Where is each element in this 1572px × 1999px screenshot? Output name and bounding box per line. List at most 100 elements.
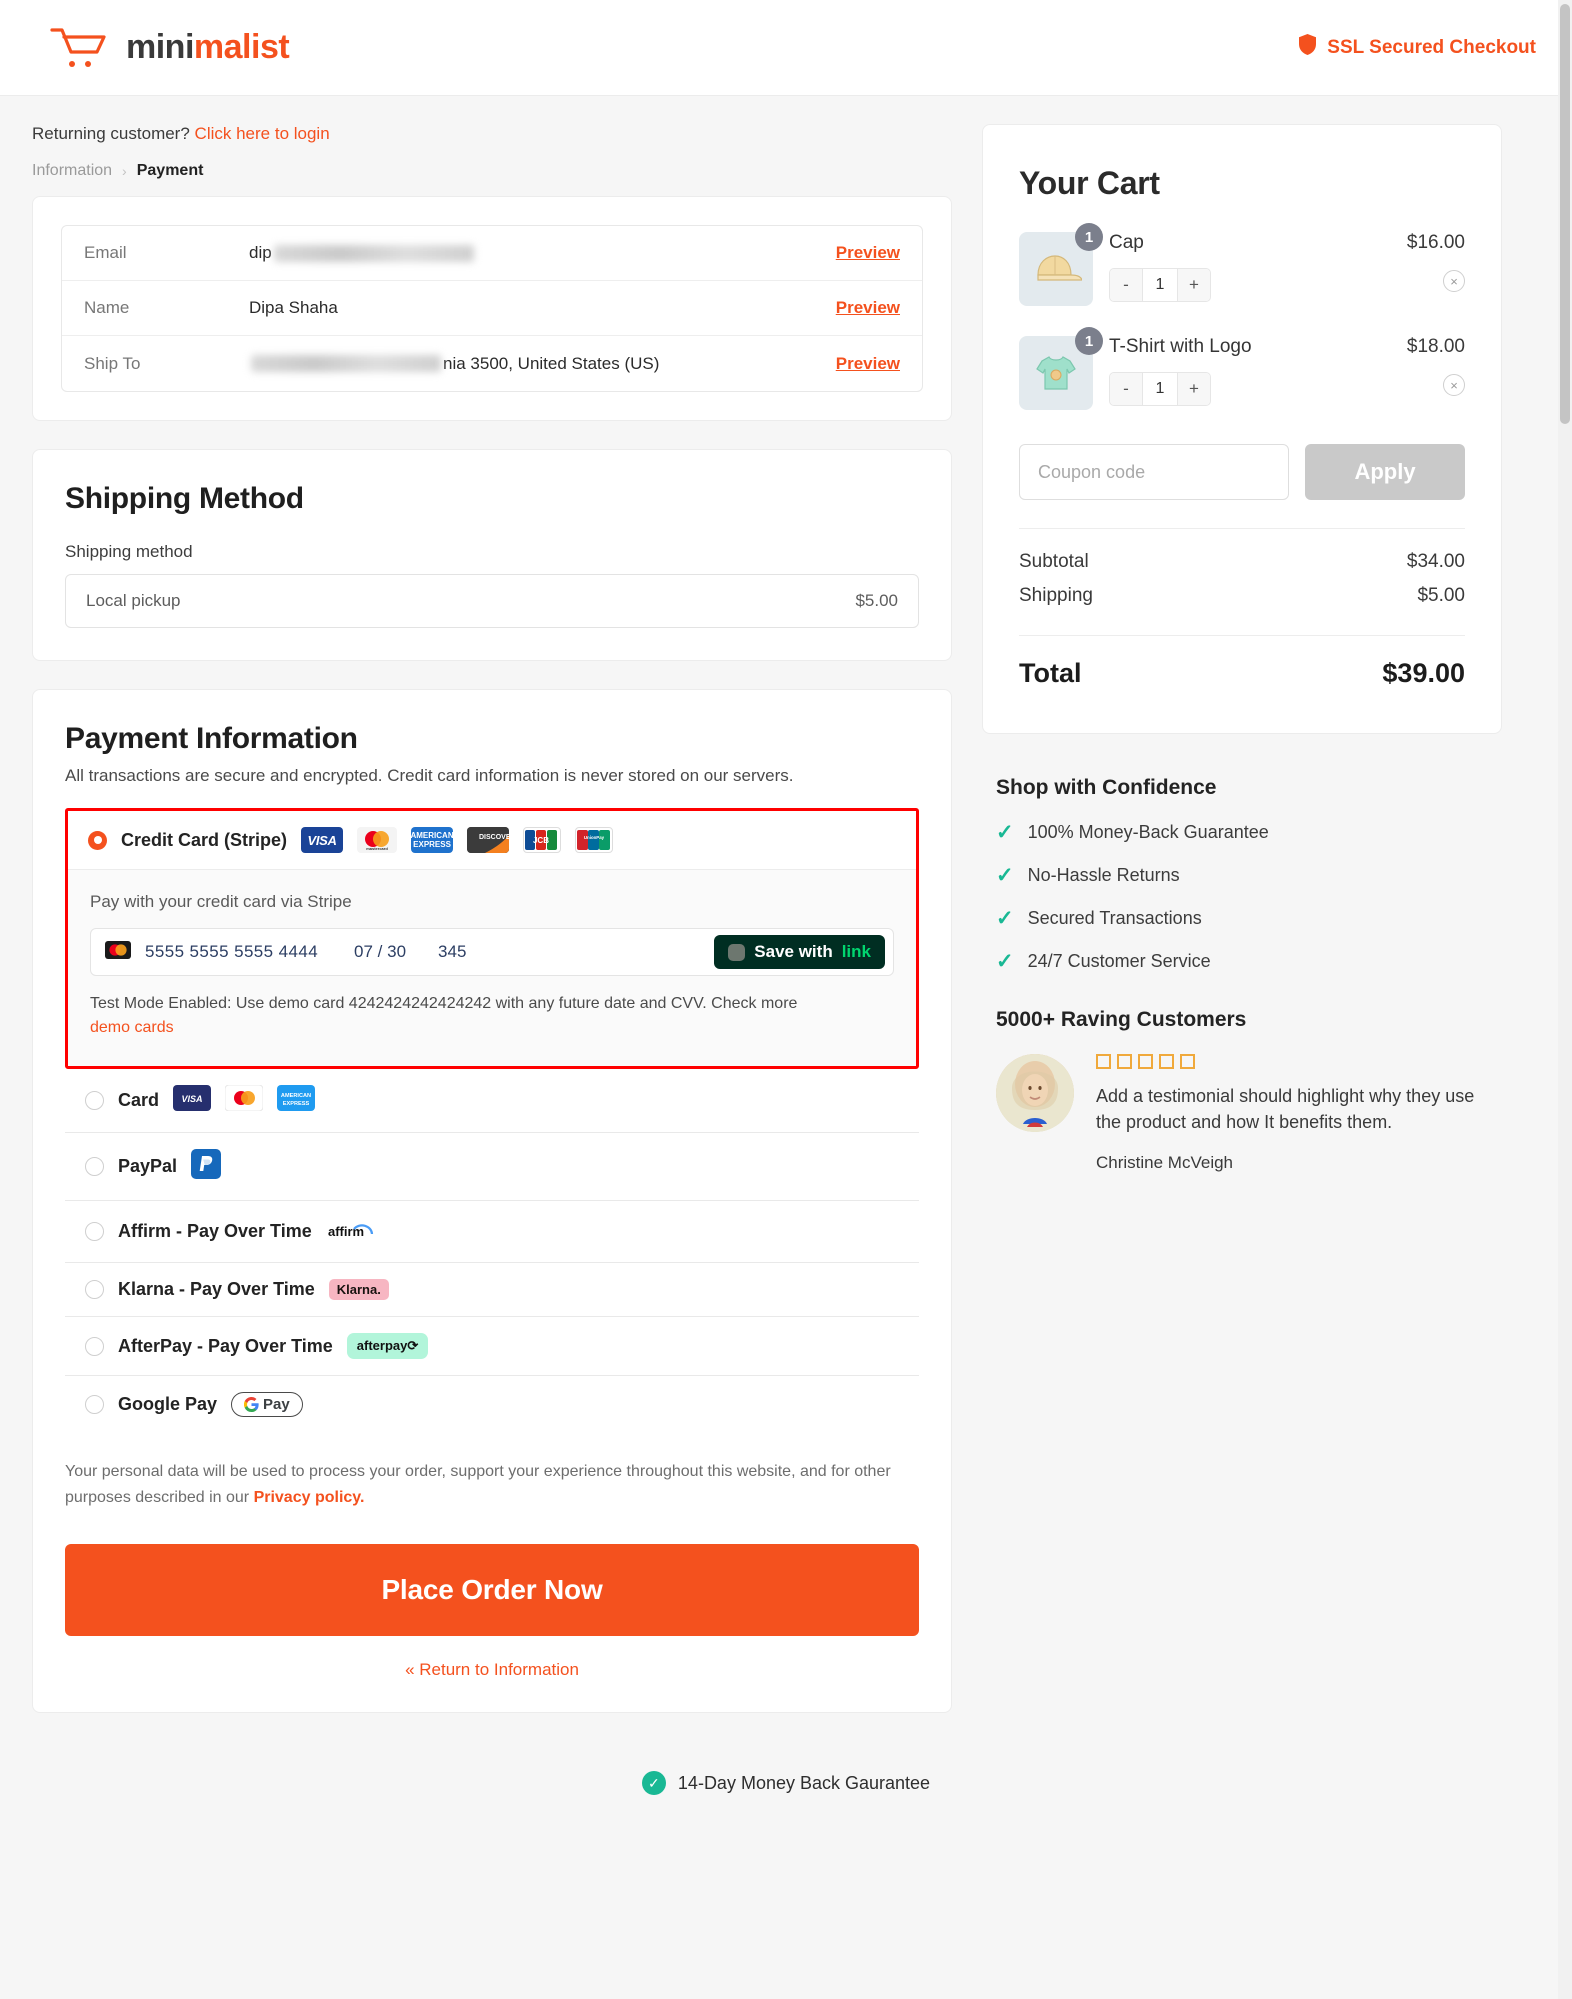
payment-method-paypal[interactable]: PayPal (65, 1133, 919, 1201)
radio-affirm-icon[interactable] (85, 1222, 104, 1241)
radio-card-icon[interactable] (85, 1091, 104, 1110)
save-with-link-button[interactable]: Save with link (714, 935, 885, 969)
demo-cards-link[interactable]: demo cards (90, 1016, 894, 1040)
cart-item-name: T-Shirt with Logo (1109, 336, 1252, 357)
summary-value-name: Dipa Shaha (249, 298, 338, 317)
check-icon: ✓ (996, 821, 1014, 844)
payment-method-affirm-label: Affirm - Pay Over Time (118, 1221, 312, 1241)
cart-item: 1 T-Shirt with Logo - 1 + $18.00 × (1019, 327, 1465, 410)
cart-item-name: Cap (1109, 232, 1144, 253)
card-number-input[interactable]: 5555 5555 5555 4444 (145, 942, 318, 962)
table-row: Name Dipa Shaha Preview (62, 281, 922, 336)
star-icon (1117, 1054, 1132, 1069)
remove-item-icon[interactable]: × (1443, 374, 1465, 396)
breadcrumb: Information › Payment (32, 162, 952, 180)
radio-stripe-icon[interactable] (88, 830, 107, 850)
scrollbar-thumb[interactable] (1560, 4, 1570, 424)
payment-method-afterpay[interactable]: AfterPay - Pay Over Time afterpay⟳ (65, 1317, 919, 1376)
shipping-option-name: Local pickup (86, 591, 181, 610)
cart-item-thumb-wrap: 1 (1019, 327, 1103, 410)
payment-method-card[interactable]: Card VISA AMERICAN EXPRESS (65, 1069, 919, 1133)
breadcrumb-information[interactable]: Information (32, 162, 112, 180)
stripe-method-highlight: Credit Card (Stripe) VISA mastercard AME… (65, 808, 919, 1069)
preview-email-link[interactable]: Preview (836, 243, 900, 263)
card-input-group[interactable]: 5555 5555 5555 4444 07 / 30 345 Save wit… (90, 928, 894, 976)
test-mode-text: Test Mode Enabled: Use demo card 4242424… (90, 995, 798, 1012)
decrease-quantity-button[interactable]: - (1110, 373, 1142, 405)
ssl-label: SSL Secured Checkout (1327, 36, 1536, 58)
shipping-option-local-pickup[interactable]: Local pickup $5.00 (65, 574, 919, 628)
subtotal-label: Subtotal (1019, 551, 1089, 572)
checkout-sidebar: Your Cart 1 Cap - 1 + $16.00 × 1 T-Shirt… (982, 124, 1502, 1173)
save-with-link-label: Save with (754, 942, 833, 961)
site-header: minimalist SSL Secured Checkout (0, 0, 1572, 96)
star-icon (1096, 1054, 1111, 1069)
quantity-stepper[interactable]: - 1 + (1109, 268, 1211, 302)
trust-item: ✓ 24/7 Customer Service (996, 951, 1488, 972)
preview-shipto-link[interactable]: Preview (836, 354, 900, 374)
payment-method-klarna[interactable]: Klarna - Pay Over Time Klarna. (65, 1263, 919, 1317)
decrease-quantity-button[interactable]: - (1110, 269, 1142, 301)
place-order-button[interactable]: Place Order Now (65, 1544, 919, 1637)
shopping-cart-icon (48, 24, 112, 72)
increase-quantity-button[interactable]: + (1178, 373, 1210, 405)
mastercard-icon (105, 940, 131, 964)
svg-text:JCB: JCB (533, 836, 549, 845)
redacted-address (251, 355, 441, 372)
order-summary-card: Email dip Preview Name Dipa Shaha Previe… (32, 196, 952, 421)
rating-stars (1096, 1054, 1488, 1069)
radio-google-pay-icon[interactable] (85, 1395, 104, 1414)
radio-afterpay-icon[interactable] (85, 1336, 104, 1356)
privacy-policy-link[interactable]: Privacy policy. (254, 1489, 365, 1506)
payment-method-afterpay-label: AfterPay - Pay Over Time (118, 1335, 333, 1356)
page-scrollbar[interactable] (1558, 0, 1572, 1999)
cart-card: Your Cart 1 Cap - 1 + $16.00 × 1 T-Shirt… (982, 124, 1502, 734)
preview-name-link[interactable]: Preview (836, 298, 900, 318)
increase-quantity-button[interactable]: + (1178, 269, 1210, 301)
confidence-title: Shop with Confidence (996, 776, 1217, 799)
breadcrumb-payment: Payment (136, 162, 204, 179)
trust-item: ✓ Secured Transactions (996, 908, 1488, 929)
divider (1019, 635, 1465, 636)
shipping-cost-label: Shipping (1019, 585, 1093, 606)
payment-section-subtitle: All transactions are secure and encrypte… (65, 766, 794, 785)
summary-value-shipto: nia 3500, United States (US) (249, 354, 836, 374)
svg-text:mastercard: mastercard (366, 846, 388, 851)
login-link[interactable]: Click here to login (195, 124, 330, 143)
payment-method-stripe[interactable]: Credit Card (Stripe) VISA mastercard AME… (68, 811, 916, 870)
payment-section-title: Payment Information (65, 722, 358, 755)
link-toggle-icon[interactable] (728, 943, 746, 961)
mastercard-icon (224, 1084, 264, 1116)
cart-item-details: Cap - 1 + (1109, 232, 1391, 302)
remove-item-icon[interactable]: × (1443, 270, 1465, 292)
coupon-row: Apply (1019, 444, 1465, 500)
brand-logo[interactable]: minimalist (48, 24, 290, 72)
quantity-value: 1 (1142, 373, 1178, 405)
brand-name-first: mini (126, 28, 194, 66)
apply-coupon-button[interactable]: Apply (1305, 444, 1465, 500)
payment-information-card: Payment Information All transactions are… (32, 689, 952, 1714)
star-icon (1159, 1054, 1174, 1069)
payment-method-google-pay[interactable]: Google Pay Pay (65, 1376, 919, 1433)
svg-text:DISCOVER: DISCOVER (479, 834, 509, 841)
return-to-information-link[interactable]: « Return to Information (65, 1660, 919, 1680)
radio-paypal-icon[interactable] (85, 1157, 104, 1176)
svg-text:EXPRESS: EXPRESS (283, 1101, 310, 1107)
quantity-stepper[interactable]: - 1 + (1109, 372, 1211, 406)
cart-title: Your Cart (1019, 165, 1160, 201)
mastercard-icon: mastercard (357, 827, 398, 853)
payment-method-affirm[interactable]: Affirm - Pay Over Time affirm (65, 1201, 919, 1263)
card-expiry-input[interactable]: 07 / 30 (354, 942, 406, 962)
coupon-input[interactable] (1019, 444, 1289, 500)
returning-customer-line: Returning customer? Click here to login (32, 124, 952, 144)
shipping-cost-value: $5.00 (1417, 585, 1465, 606)
affirm-icon: affirm (326, 1217, 376, 1246)
subtotal-value: $34.00 (1406, 551, 1465, 572)
payment-methods-list: Credit Card (Stripe) VISA mastercard AME… (65, 808, 919, 1433)
test-mode-note: Test Mode Enabled: Use demo card 4242424… (90, 992, 894, 1040)
radio-klarna-icon[interactable] (85, 1280, 104, 1299)
klarna-icon: Klarna. (328, 1279, 389, 1300)
link-brand-label: link (841, 942, 871, 961)
card-cvc-input[interactable]: 345 (438, 942, 466, 962)
testimonial: Add a testimonial should highlight why t… (996, 1054, 1488, 1173)
